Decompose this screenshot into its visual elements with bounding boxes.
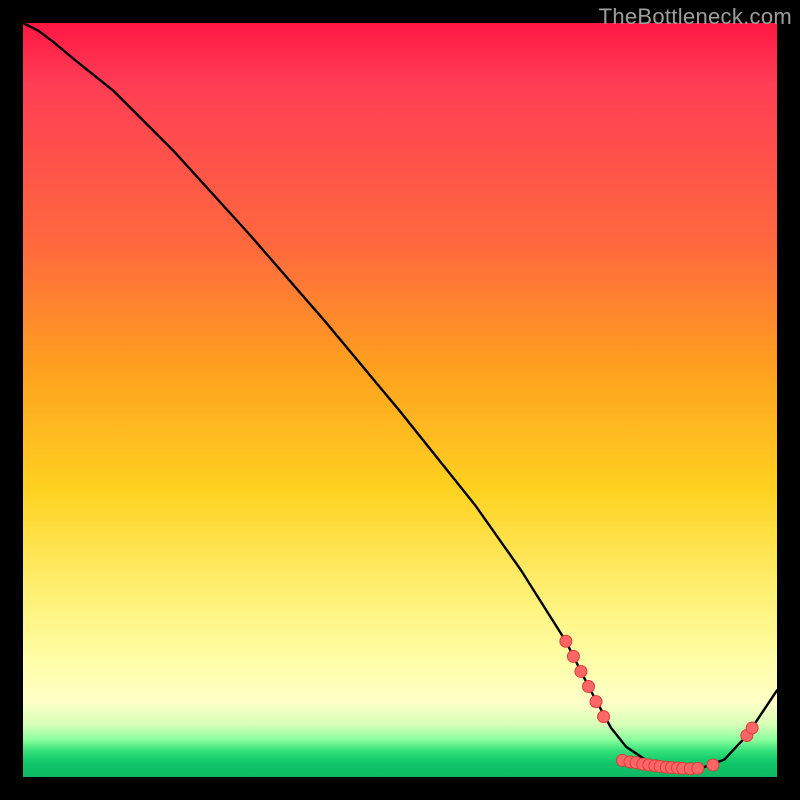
curve-marker — [707, 759, 719, 771]
curve-marker — [746, 722, 758, 734]
curve-marker — [590, 696, 602, 708]
chart-stage: TheBottleneck.com — [0, 0, 800, 800]
curve-marker — [583, 681, 595, 693]
plot-area — [23, 23, 777, 777]
bottleneck-curve — [23, 23, 777, 769]
curve-marker — [692, 762, 704, 774]
curve-marker — [560, 635, 572, 647]
watermark-text: TheBottleneck.com — [599, 4, 792, 30]
curve-marker — [567, 650, 579, 662]
curve-marker — [598, 711, 610, 723]
curve-marker — [575, 665, 587, 677]
curve-layer — [23, 23, 777, 777]
